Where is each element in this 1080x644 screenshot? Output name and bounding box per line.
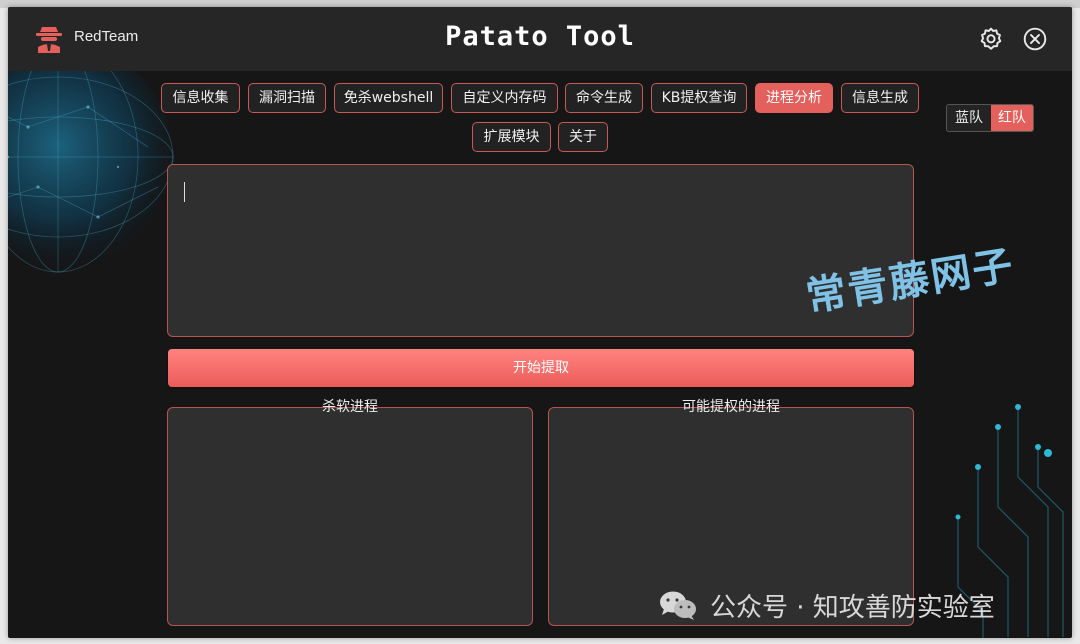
blue-team-button[interactable]: 蓝队 (947, 105, 991, 131)
tab-info-gathering[interactable]: 信息收集 (161, 83, 240, 113)
app-title: Patato Tool (445, 21, 635, 52)
tab-extensions[interactable]: 扩展模块 (472, 122, 551, 152)
tab-process-analysis[interactable]: 进程分析 (755, 83, 833, 113)
app-window: RedTeam Patato Tool 信息收集 漏洞扫描 免杀webshell… (8, 7, 1072, 638)
tab-command-gen[interactable]: 命令生成 (565, 83, 643, 113)
globe-decoration (8, 41, 174, 273)
tab-webshell[interactable]: 免杀webshell (334, 83, 443, 113)
wechat-icon (660, 591, 696, 620)
tab-vuln-scan[interactable]: 漏洞扫描 (248, 83, 326, 113)
wechat-label: 公众号 · 知攻善防实验室 (710, 592, 995, 623)
title-bar: RedTeam Patato Tool (8, 7, 1072, 71)
antivirus-process-label: 杀软进程 (322, 399, 378, 415)
start-extract-button[interactable]: 开始提取 (168, 349, 914, 387)
tab-about[interactable]: 关于 (558, 122, 608, 152)
red-team-button[interactable]: 红队 (991, 105, 1033, 131)
privesc-process-label: 可能提权的进程 (682, 399, 780, 415)
text-caret (184, 182, 185, 202)
gear-icon[interactable] (978, 26, 1004, 52)
process-input-textarea[interactable] (167, 164, 914, 337)
close-circle-icon[interactable] (1022, 26, 1048, 52)
tab-info-gen[interactable]: 信息生成 (841, 83, 919, 113)
tab-memory-shell[interactable]: 自定义内存码 (451, 83, 558, 113)
team-toggle: 蓝队 红队 (946, 104, 1034, 132)
tab-kb-privesc[interactable]: KB提权查询 (651, 83, 747, 113)
wechat-attribution: 公众号 · 知攻善防实验室 (658, 589, 995, 623)
antivirus-process-output[interactable] (167, 407, 533, 626)
